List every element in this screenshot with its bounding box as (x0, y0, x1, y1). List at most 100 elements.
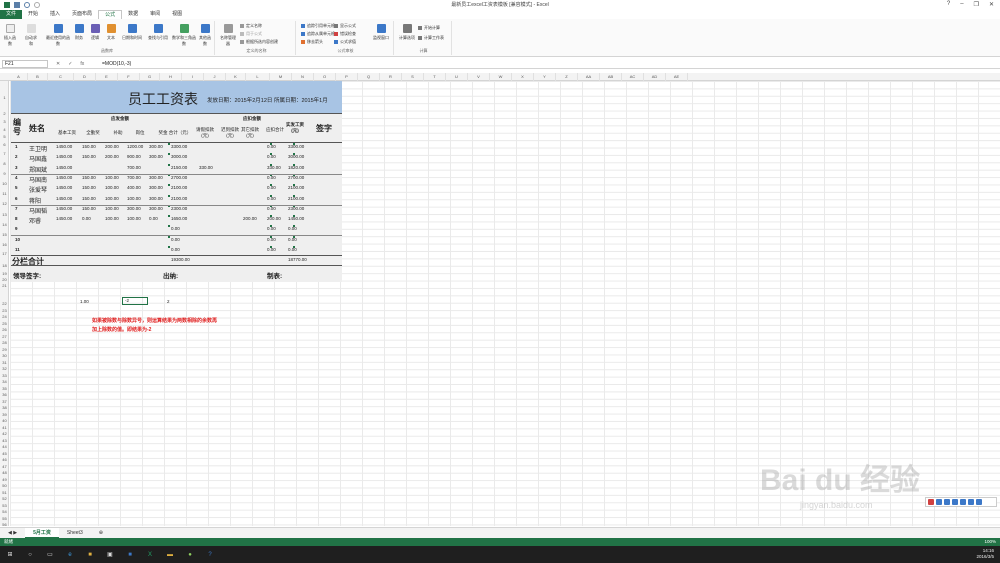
table-cell[interactable]: 330.00 (199, 165, 213, 170)
column-header[interactable]: AD (644, 73, 666, 81)
table-cell[interactable]: 1450.00 (56, 144, 72, 149)
selected-cell-f21[interactable]: -2 (122, 297, 148, 305)
table-cell[interactable]: 100.00 (127, 196, 141, 201)
table-cell[interactable]: 150.00 (82, 144, 96, 149)
system-clock[interactable]: 14:16 2016/3/5 (976, 548, 994, 560)
table-cell[interactable]: 100.00 (105, 196, 119, 201)
row-header[interactable]: 56 (0, 522, 8, 526)
column-header[interactable]: W (490, 73, 512, 81)
column-header[interactable]: AE (666, 73, 688, 81)
column-header[interactable]: G (140, 73, 160, 81)
tab-file[interactable]: 文件 (0, 10, 23, 19)
calculation-options-button[interactable]: 计算选项 (398, 24, 416, 41)
table-cell[interactable]: 100.00 (127, 216, 141, 221)
column-header[interactable]: K (226, 73, 246, 81)
remove-arrows-button[interactable]: 移去箭头 (301, 39, 323, 45)
row-header[interactable]: 4 (0, 127, 8, 132)
close-icon[interactable]: ✕ (989, 1, 994, 8)
row-header[interactable]: 18 (0, 263, 8, 268)
row-header[interactable]: 13 (0, 212, 8, 217)
table-cell[interactable]: 100.00 (105, 216, 119, 221)
row-header[interactable]: 49 (0, 477, 8, 482)
row-header[interactable]: 5 (0, 134, 8, 139)
table-cell[interactable]: 1820.00 (288, 165, 304, 170)
column-header[interactable]: U (446, 73, 468, 81)
prev-sheet-icon[interactable]: ◀ ▶ (0, 528, 25, 538)
table-cell[interactable]: 2300.00 (171, 206, 187, 211)
row-header[interactable]: 54 (0, 509, 8, 514)
tab-formulas[interactable]: 公式 (98, 10, 123, 19)
store-icon[interactable]: ▣ (103, 550, 117, 560)
table-cell[interactable]: 700.00 (127, 165, 141, 170)
tab-review[interactable]: 审阅 (144, 10, 166, 19)
row-header[interactable]: 28 (0, 340, 8, 345)
row-header[interactable]: 44 (0, 444, 8, 449)
table-cell[interactable]: 150.00 (82, 154, 96, 159)
dot-icon[interactable] (952, 499, 958, 505)
row-header[interactable]: 46 (0, 457, 8, 462)
add-sheet-icon[interactable]: ⊕ (91, 528, 111, 538)
cancel-icon[interactable]: ✕ (56, 61, 60, 67)
table-cell[interactable]: 300.00 (149, 196, 163, 201)
row-header[interactable]: 22 (0, 301, 8, 306)
column-header[interactable]: B (28, 73, 48, 81)
date-time-button[interactable]: 日期和时间 (120, 24, 144, 41)
folder-icon[interactable]: ▬ (163, 550, 177, 560)
row-header[interactable]: 2 (0, 111, 8, 116)
row-header[interactable]: 17 (0, 251, 8, 256)
column-header[interactable]: O (314, 73, 336, 81)
show-formulas-button[interactable]: 显示公式 (334, 23, 356, 29)
tab-view[interactable]: 视图 (166, 10, 188, 19)
row-header[interactable]: 16 (0, 242, 8, 247)
table-cell[interactable]: 100.00 (105, 206, 119, 211)
table-cell[interactable]: 900.00 (127, 154, 141, 159)
cell-c21[interactable]: 1.00 (80, 299, 89, 304)
employee-name[interactable]: 马国韬 (29, 206, 47, 215)
table-cell[interactable]: 1200.00 (127, 144, 143, 149)
name-manager-button[interactable]: 名称管理器 (220, 24, 236, 47)
column-header[interactable]: Q (358, 73, 380, 81)
column-header[interactable]: C (48, 73, 74, 81)
column-header[interactable]: AB (600, 73, 622, 81)
table-cell[interactable]: 3000.00 (171, 154, 187, 159)
table-cell[interactable]: 0.00 (171, 247, 180, 252)
row-header[interactable]: 52 (0, 496, 8, 501)
table-cell[interactable]: 3300.00 (171, 144, 187, 149)
employee-name[interactable]: 王卫明 (29, 144, 47, 153)
employee-name[interactable]: 张爱琴 (29, 185, 47, 194)
column-header[interactable]: I (182, 73, 204, 81)
minimize-icon[interactable]: – (960, 1, 963, 8)
column-header[interactable]: N (292, 73, 314, 81)
taskview-icon[interactable]: ▭ (43, 550, 57, 560)
column-header[interactable]: V (468, 73, 490, 81)
table-cell[interactable]: 3000.00 (288, 154, 304, 159)
column-header[interactable]: AC (622, 73, 644, 81)
row-header[interactable]: 43 (0, 438, 8, 443)
table-cell[interactable]: 1450.00 (56, 185, 72, 190)
employee-name[interactable]: 郑国斌 (29, 165, 47, 174)
trace-precedents-button[interactable]: 追踪引用单元格 (301, 23, 335, 29)
employee-name[interactable]: 邓睿 (29, 216, 41, 225)
row-header[interactable]: 12 (0, 201, 8, 206)
table-cell[interactable]: 300.00 (149, 175, 163, 180)
table-cell[interactable]: 1450.00 (288, 216, 304, 221)
error-checking-button[interactable]: 错误检查 (334, 31, 356, 37)
row-header[interactable]: 31 (0, 360, 8, 365)
logical-button[interactable]: 逻辑 (88, 24, 102, 41)
row-header[interactable]: 36 (0, 392, 8, 397)
row-header[interactable]: 23 (0, 308, 8, 313)
row-header[interactable]: 3 (0, 119, 8, 124)
table-cell[interactable]: 300.00 (149, 154, 163, 159)
column-header[interactable]: S (402, 73, 424, 81)
lookup-reference-button[interactable]: 查找与引用 (146, 24, 170, 41)
enter-icon[interactable]: ✓ (68, 61, 72, 67)
floating-toolbar[interactable] (925, 497, 997, 507)
row-header[interactable]: 48 (0, 470, 8, 475)
column-header[interactable]: Y (534, 73, 556, 81)
table-cell[interactable]: 2700.00 (171, 175, 187, 180)
table-cell[interactable]: 300.00 (149, 185, 163, 190)
row-header[interactable]: 6 (0, 142, 8, 147)
column-header[interactable]: J (204, 73, 226, 81)
table-cell[interactable]: 200.00 (105, 154, 119, 159)
table-cell[interactable]: 1650.00 (171, 216, 187, 221)
